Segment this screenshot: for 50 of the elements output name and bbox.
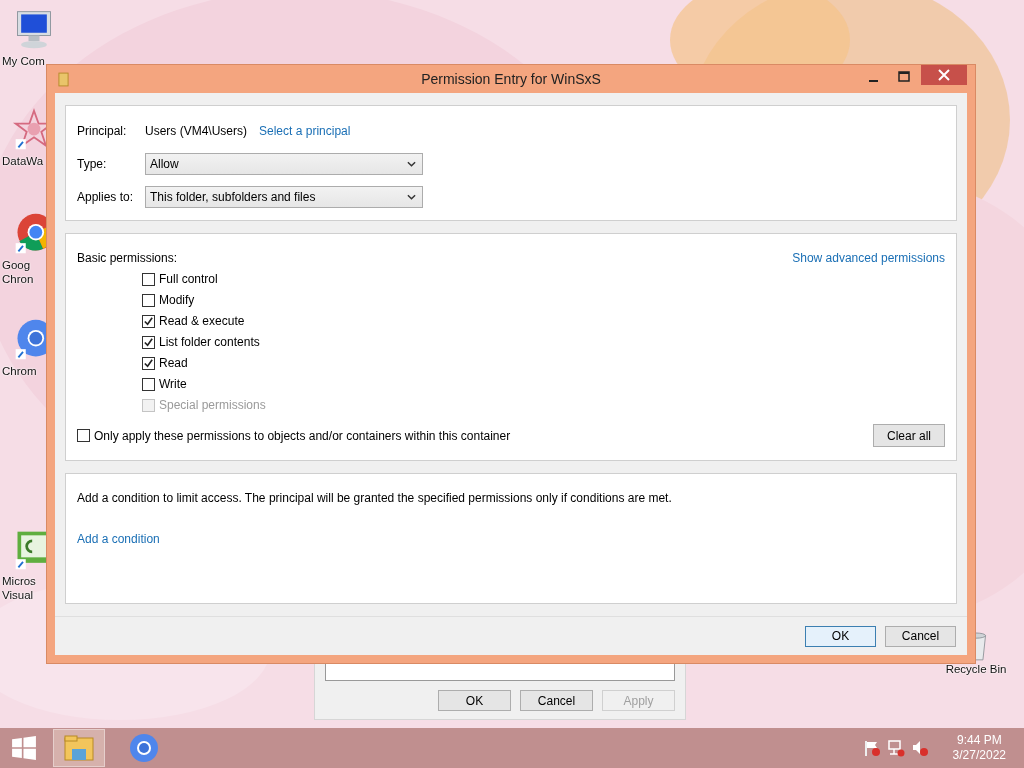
checkbox[interactable] — [142, 335, 155, 349]
desktop-icon-label: Chron — [2, 272, 34, 286]
checkbox-label: Full control — [159, 272, 218, 286]
section-label: Basic permissions: — [77, 251, 178, 265]
desktop-icon-label: DataWa — [2, 154, 44, 168]
desktop-icon-label: Chrom — [2, 364, 37, 378]
desktop-icon-label: Recycle Bin — [945, 662, 1007, 676]
checkbox-label: Read & execute — [159, 314, 245, 328]
add-condition-link[interactable]: Add a condition — [77, 532, 160, 546]
checkbox-label: List folder contents — [159, 335, 260, 349]
desktop-icon-label: Visual — [2, 588, 34, 602]
flag-icon[interactable] — [862, 739, 881, 757]
clear-all-button[interactable]: Clear all — [873, 424, 945, 447]
checkbox-label: Write — [159, 377, 187, 391]
checkbox[interactable] — [142, 356, 155, 370]
applies-to-dropdown[interactable]: This folder, subfolders and files — [145, 186, 423, 208]
type-dropdown[interactable]: Allow — [145, 153, 423, 175]
windows-logo-icon[interactable] — [11, 735, 37, 761]
dialog-button[interactable]: OK — [805, 625, 876, 647]
field-label: Principal: — [77, 124, 128, 138]
caret-icon — [407, 194, 416, 200]
checkbox[interactable] — [142, 377, 155, 391]
checkbox-label: Only apply these permissions to objects and/or containers within this container — [94, 428, 511, 443]
folder-icon — [58, 71, 69, 87]
advanced-permissions-link[interactable]: Show advanced permissions — [792, 251, 945, 265]
dialog-button[interactable]: Cancel — [520, 690, 593, 711]
checkbox[interactable] — [142, 272, 155, 286]
principal-name: Users (VM4\Users) — [145, 124, 247, 138]
browser-icon[interactable] — [128, 732, 160, 764]
checkbox-label: Read — [159, 356, 188, 370]
dialog-button[interactable]: Cancel — [885, 625, 956, 647]
checkbox-label: Modify — [159, 293, 195, 307]
folder-icon — [63, 734, 95, 762]
field-label: Applies to: — [77, 190, 135, 204]
select-principal-link[interactable]: Select a principal — [259, 124, 351, 138]
close-icon[interactable] — [921, 65, 967, 85]
condition-description: Add a condition to limit access. The principal will be granted the specified permissions only if conditions are met. — [77, 491, 673, 505]
desktop-icon-label: My Com — [2, 54, 45, 68]
field-label: Type: — [77, 157, 108, 171]
checkbox[interactable] — [142, 314, 155, 328]
desktop-icon-label: Micros — [2, 574, 36, 588]
checkbox[interactable] — [142, 293, 155, 307]
dialog-button[interactable]: OK — [438, 690, 511, 711]
window-title: Permission Entry for WinSxS — [421, 71, 601, 87]
checkbox-label: Special permissions — [159, 398, 266, 412]
desktop-icon-label: Goog — [2, 258, 31, 272]
checkbox[interactable] — [77, 429, 90, 442]
caret-icon — [407, 161, 416, 167]
speaker-icon[interactable] — [910, 739, 929, 757]
network-icon[interactable] — [886, 739, 905, 757]
